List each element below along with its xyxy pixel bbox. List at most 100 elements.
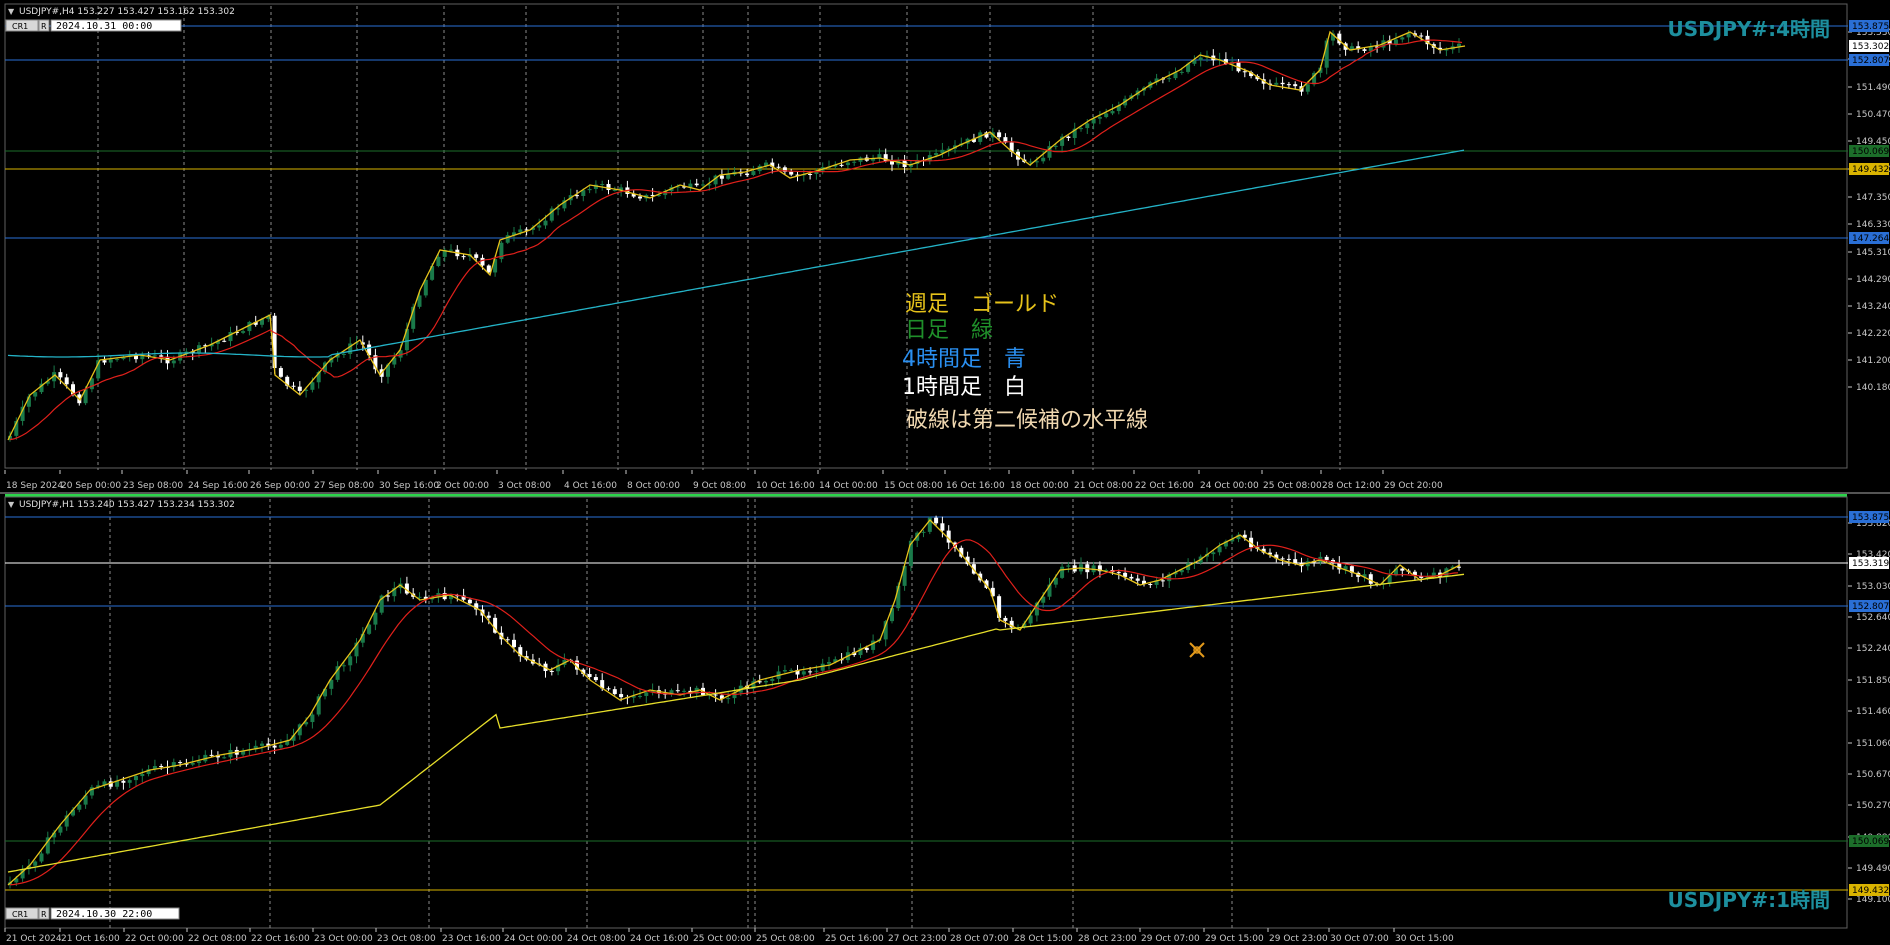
h1-xtick-label-22: 30 Oct 15:00: [1395, 934, 1454, 944]
h1-candle-body: [197, 761, 201, 763]
h1-candle-body: [549, 671, 554, 673]
h1-xtick-label-12: 25 Oct 08:00: [756, 934, 815, 944]
h1-candle-body: [820, 663, 825, 671]
h1-candle-body: [58, 826, 63, 833]
h1-xtick-label-13: 25 Oct 16:00: [825, 934, 884, 944]
h1-candle-body: [726, 698, 731, 700]
h4-candle-body: [587, 188, 592, 191]
h1-candle-body: [1129, 576, 1134, 579]
h4-candle-body: [310, 382, 315, 390]
h1-candle-body: [272, 745, 277, 748]
h4-candle-body: [612, 190, 617, 192]
h4-candle-body: [934, 153, 939, 156]
legend-daily-green: 日足 緑: [905, 318, 993, 343]
h1-candle-body: [341, 665, 346, 667]
h1-ytick-label-3: 152.640: [1856, 613, 1890, 623]
h4-candle-body: [102, 360, 107, 363]
h4-ytick-label-9: 144.290: [1856, 275, 1890, 285]
h1-candle-body: [1293, 559, 1298, 564]
h1-candle-body: [770, 678, 775, 681]
h1-price-label-2: 152.807: [1852, 602, 1889, 612]
h4-menu-arrow[interactable]: ▼: [8, 7, 15, 16]
h1-price-label-1: 153.319: [1852, 559, 1889, 569]
h4-candle-body: [543, 220, 548, 226]
h4-candle-body: [845, 162, 850, 166]
h1-candle-body: [140, 774, 145, 777]
h4-xtick-label-1: 20 Sep 00:00: [61, 481, 121, 491]
h4-candle-body: [461, 256, 466, 258]
h1-candle-body: [1060, 566, 1065, 578]
h1-xtick-label-16: 28 Oct 15:00: [1014, 934, 1073, 944]
h1-menu-arrow[interactable]: ▼: [8, 500, 15, 509]
h4-candle-body: [638, 196, 642, 199]
h4-candle-body: [1400, 37, 1405, 40]
h4-xtick-label-11: 9 Oct 08:00: [693, 481, 746, 491]
h1-ytick-label-5: 151.850: [1856, 676, 1890, 686]
h4-xtick-label-5: 27 Sep 08:00: [314, 481, 374, 491]
h1-price-axis[interactable]: 153.820153.420153.030152.640152.240151.8…: [1848, 519, 1890, 905]
h1-candle-body: [606, 688, 611, 690]
h1-xtick-label-9: 24 Oct 08:00: [567, 934, 626, 944]
h1-xtick-label-1: 21 Oct 16:00: [61, 934, 120, 944]
h4-candle-body: [600, 184, 605, 186]
h1-ytick-label-12: 149.100: [1856, 895, 1890, 905]
h1-xtick-label-5: 23 Oct 00:00: [314, 934, 373, 944]
h4-candle-body: [291, 385, 296, 387]
h1-candle-body: [159, 765, 164, 767]
h4-candle-body: [474, 254, 479, 258]
h1-candle-body: [1211, 552, 1216, 555]
h1-xtick-label-3: 22 Oct 08:00: [188, 934, 247, 944]
h4-candle-body: [1097, 117, 1102, 119]
h4-candle-body: [1079, 128, 1083, 130]
h1-price-label-0: 153.875: [1852, 513, 1889, 523]
h1-xtick-label-8: 24 Oct 00:00: [504, 934, 563, 944]
h4-xtick-label-13: 14 Oct 00:00: [819, 481, 878, 491]
h4-xtick-label-3: 24 Sep 16:00: [188, 481, 248, 491]
h1-candle-body: [934, 517, 939, 524]
h1-candle-body: [619, 694, 624, 698]
h1-panel[interactable]: ▼ USDJPY#,H1 153.240 153.427 153.234 153…: [4, 496, 1890, 944]
h1-candle-body: [864, 647, 869, 650]
h4-r-label: R: [41, 22, 47, 31]
h1-xtick-label-7: 23 Oct 16:00: [442, 934, 501, 944]
h4-panel[interactable]: ▼ USDJPY#,H4 153.227 153.427 153.162 153…: [0, 0, 1890, 492]
h1-candle-body: [1217, 546, 1222, 553]
h4-xtick-label-6: 30 Sep 16:00: [379, 481, 439, 491]
h1-candle-body: [1003, 617, 1008, 621]
h4-current-price-label: 153.302: [1852, 42, 1889, 52]
h1-xtick-label-17: 28 Oct 23:00: [1078, 934, 1137, 944]
h4-candle-body: [808, 174, 813, 176]
h1-xtick-label-19: 29 Oct 15:00: [1205, 934, 1264, 944]
chart-canvas[interactable]: ▼ USDJPY#,H4 153.227 153.427 153.162 153…: [0, 0, 1890, 945]
h1-candle-body: [134, 776, 138, 781]
h4-candle-body: [694, 183, 699, 186]
h4-candle-body: [701, 184, 705, 186]
h4-candle-body: [726, 174, 731, 179]
h4-candle-body: [1280, 82, 1285, 85]
h4-candle-body: [222, 340, 227, 342]
h4-candle-body: [1110, 111, 1115, 114]
h4-xtick-label-19: 24 Oct 00:00: [1200, 481, 1259, 491]
h1-xtick-label-15: 28 Oct 07:00: [950, 934, 1009, 944]
h1-xtick-label-14: 27 Oct 23:00: [888, 934, 947, 944]
h1-xtick-label-2: 22 Oct 00:00: [125, 934, 184, 944]
h4-candle-body: [297, 386, 302, 391]
h1-ytick-label-2: 153.030: [1856, 582, 1890, 592]
h1-candle-body: [1400, 568, 1405, 571]
h4-cr1-label: CR1: [12, 22, 28, 31]
h1-price-label-3: 150.069: [1852, 837, 1889, 847]
legend-dashed-note: 破線は第二候補の水平線: [906, 408, 1148, 433]
h4-candle-body: [839, 164, 844, 166]
h1-time-axis[interactable]: 21 Oct 2024 21 Oct 16:00 22 Oct 00:00 22 Oc…: [4, 928, 1454, 944]
h1-candle-body: [801, 671, 806, 675]
h4-xtick-label-8: 3 Oct 08:00: [498, 481, 551, 491]
h4-candle-body: [152, 355, 157, 357]
h4-ytick-label-13: 140.180: [1856, 383, 1890, 393]
h4-ytick-label-7: 146.330: [1856, 220, 1890, 230]
h1-r-label: R: [41, 910, 47, 919]
h4-candle-body: [436, 256, 441, 267]
h4-xtick-label-21: 28 Oct 12:00: [1322, 481, 1381, 491]
h4-candle-body: [518, 229, 523, 233]
h4-date-value: 2024.10.31 00:00: [56, 21, 152, 32]
panel-separator[interactable]: [0, 492, 1890, 494]
